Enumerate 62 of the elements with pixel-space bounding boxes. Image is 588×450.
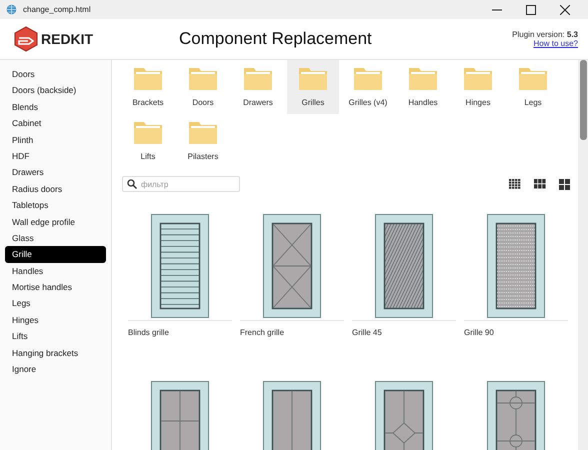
folder-item[interactable]: Legs	[507, 60, 559, 114]
scrollbar-thumb[interactable]	[580, 60, 586, 140]
component-label: Grille 45	[352, 328, 383, 337]
folder-icon	[244, 66, 272, 90]
sidebar-item[interactable]: Drawers	[5, 164, 106, 181]
sidebar-item[interactable]: Hanging brackets	[5, 344, 106, 362]
page-title: Component Replacement	[179, 29, 373, 49]
grille-door-drawing[interactable]	[263, 214, 321, 318]
logo-text: REDKIT	[41, 31, 94, 47]
sidebar-item[interactable]: Plinth	[5, 132, 106, 148]
grille-door-drawing[interactable]	[487, 214, 545, 318]
folder-icon	[134, 66, 162, 90]
logo-icon	[14, 26, 38, 52]
folder-icon	[464, 66, 492, 90]
sidebar-item[interactable]: Doors (backside)	[5, 82, 106, 99]
folder-item[interactable]: Lifts	[122, 114, 174, 168]
close-icon[interactable]	[560, 4, 570, 14]
folder-icon	[134, 120, 162, 144]
sidebar-item[interactable]: Ignore	[5, 361, 106, 378]
sidebar-item[interactable]: Lifts	[5, 328, 106, 345]
window-title: change_comp.html	[23, 5, 91, 14]
sidebar-item[interactable]: Radius doors	[5, 180, 106, 198]
maximize-icon[interactable]	[526, 4, 536, 14]
folder-icon	[519, 66, 547, 90]
sidebar-item[interactable]: Cabinet	[5, 115, 106, 132]
folder-icon	[189, 120, 217, 144]
folder-item[interactable]: Doors	[177, 60, 229, 114]
medium-grid-icon[interactable]	[534, 179, 546, 189]
folder-icon	[299, 66, 327, 90]
folder-icon	[189, 66, 217, 90]
folder-icon	[409, 66, 437, 90]
folder-item[interactable]: Hinges	[452, 60, 504, 114]
folder-item[interactable]: Brackets	[122, 60, 174, 114]
sidebar-item[interactable]: Doors	[5, 66, 106, 82]
plugin-version: Plugin version: 5.3	[512, 30, 578, 39]
sidebar-item[interactable]: Legs	[5, 295, 106, 312]
sidebar-item[interactable]: HDF	[5, 148, 106, 164]
folder-item[interactable]: Handles	[397, 60, 449, 114]
folder-item[interactable]: Grilles	[287, 60, 339, 114]
sidebar-item[interactable]: Wall edge profile	[5, 214, 106, 230]
sidebar-item[interactable]: Blends	[5, 98, 106, 116]
help-link[interactable]: How to use?	[534, 39, 578, 48]
globe-icon	[6, 4, 17, 15]
grille-door-drawing[interactable]	[375, 214, 433, 318]
sidebar-item[interactable]: Mortise handles	[5, 279, 106, 296]
component-label: French grille	[240, 328, 286, 337]
large-grid-icon[interactable]	[559, 178, 570, 190]
sidebar-item[interactable]: Grille	[5, 246, 106, 263]
scrollbar[interactable]	[578, 60, 588, 450]
sidebar-item[interactable]: Hinges	[5, 312, 106, 328]
component-label: Grille 90	[464, 328, 495, 337]
sidebar-item[interactable]: Handles	[5, 262, 106, 280]
folder-item[interactable]: Pilasters	[177, 114, 229, 168]
sidebar-item[interactable]: Tabletops	[5, 197, 106, 214]
component-label: Blinds grille	[128, 328, 170, 337]
folder-icon	[354, 66, 382, 90]
folder-item[interactable]: Grilles (v4)	[342, 60, 394, 114]
sidebar-item[interactable]: Glass	[5, 230, 106, 246]
grille-door-drawing[interactable]	[151, 214, 209, 318]
small-grid-icon[interactable]	[509, 179, 521, 189]
filter-field[interactable]: фильтр	[122, 176, 240, 192]
folder-item[interactable]: Drawers	[232, 60, 284, 114]
